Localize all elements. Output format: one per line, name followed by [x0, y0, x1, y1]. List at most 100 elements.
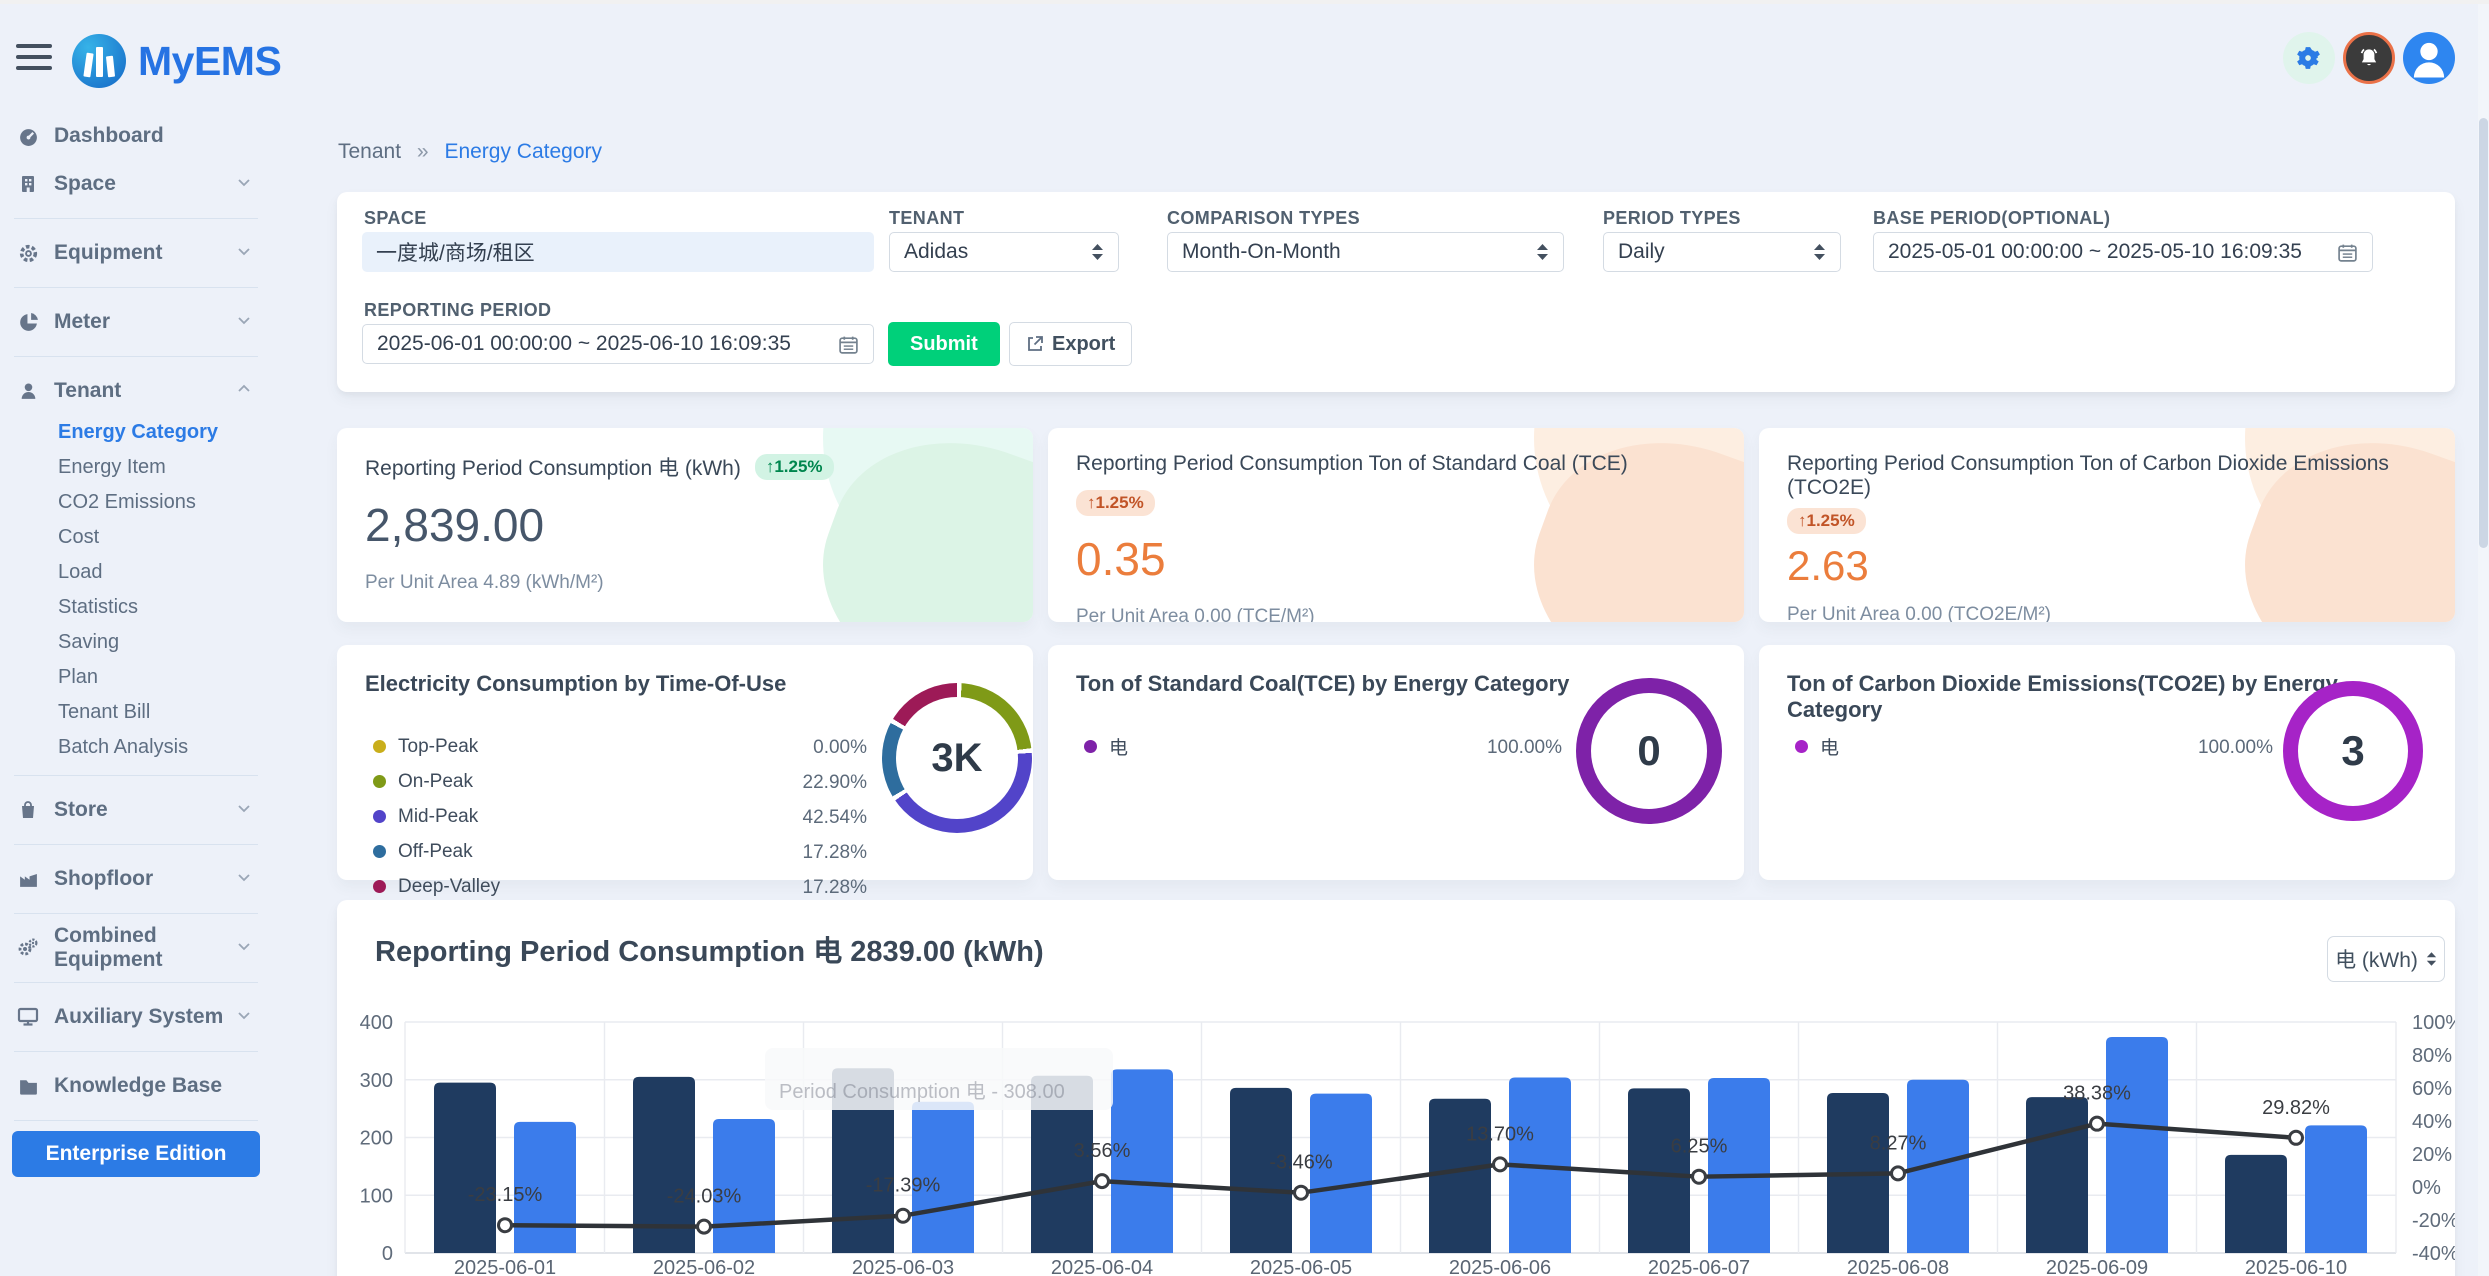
sidebar-item-energy-category[interactable]: Energy Category: [0, 415, 272, 450]
legend-item-electricity[interactable]: 电100.00%: [1084, 729, 1562, 764]
sidebar-item-label: Shopfloor: [54, 867, 236, 891]
time-of-use-donut-chart[interactable]: 3K: [882, 683, 1032, 833]
sidebar-item-label: Knowledge Base: [54, 1074, 272, 1098]
sidebar-item-load[interactable]: Load: [0, 555, 272, 590]
sidebar-item-meter[interactable]: Meter: [0, 298, 272, 346]
sidebar-item-knowledge-base[interactable]: Knowledge Base: [0, 1062, 272, 1110]
tenant-value: Adidas: [904, 240, 968, 264]
sidebar-divider: [14, 1120, 258, 1121]
svg-text:-24.03%: -24.03%: [667, 1186, 742, 1208]
sidebar-item-combined-equipment[interactable]: Combined Equipment: [0, 924, 272, 972]
comparison-types-select[interactable]: Month-On-Month: [1167, 232, 1564, 272]
hamburger-menu-icon[interactable]: [16, 44, 52, 72]
svg-text:2025-06-07: 2025-06-07: [1648, 1257, 1750, 1276]
sidebar-item-saving[interactable]: Saving: [0, 625, 272, 660]
sidebar-item-plan[interactable]: Plan: [0, 660, 272, 695]
sidebar-item-store[interactable]: Store: [0, 786, 272, 834]
sort-arrows-icon: [1091, 243, 1104, 261]
kpi-badge: ↑1.25%: [1787, 508, 1866, 534]
sidebar-item-cost[interactable]: Cost: [0, 520, 272, 555]
space-input[interactable]: 一度城/商场/租区: [362, 232, 874, 272]
period-types-value: Daily: [1618, 240, 1665, 264]
donut-card-tce-by-category: Ton of Standard Coal(TCE) by Energy Cate…: [1048, 645, 1744, 880]
tco2e-donut-chart[interactable]: 3: [2283, 681, 2423, 821]
sidebar-item-equipment[interactable]: Equipment: [0, 229, 272, 277]
reporting-period-input[interactable]: 2025-06-01 00:00:00 ~ 2025-06-10 16:09:3…: [362, 324, 874, 364]
sidebar-item-tenant[interactable]: Tenant: [0, 367, 272, 415]
chevron-down-icon: [236, 312, 252, 333]
period-types-select[interactable]: Daily: [1603, 232, 1841, 272]
brand-logo[interactable]: MyEMS: [72, 34, 281, 88]
legend-item-deep-valley[interactable]: Deep-Valley17.28%: [373, 869, 867, 904]
sidebar-item-dashboard[interactable]: Dashboard: [0, 112, 272, 160]
user-avatar-icon: [2403, 32, 2455, 84]
svg-text:2025-06-06: 2025-06-06: [1449, 1257, 1551, 1276]
sidebar-item-shopfloor[interactable]: Shopfloor: [0, 855, 272, 903]
sidebar-item-statistics[interactable]: Statistics: [0, 590, 272, 625]
notifications-button[interactable]: [2343, 32, 2395, 84]
myems-logo-icon: [72, 34, 126, 88]
external-link-icon: [1026, 335, 1044, 353]
export-button[interactable]: Export: [1009, 322, 1132, 366]
kpi-title: Reporting Period Consumption Ton of Stan…: [1076, 452, 1628, 476]
sidebar-item-space[interactable]: Space: [0, 160, 272, 208]
svg-text:20%: 20%: [2412, 1144, 2452, 1166]
tooltip-ghost-text: Period Consumption 电 - 308.00: [779, 1075, 1065, 1104]
sidebar-divider: [14, 218, 258, 219]
svg-text:13.70%: 13.70%: [1466, 1123, 1534, 1145]
base-period-input[interactable]: 2025-05-01 00:00:00 ~ 2025-05-10 16:09:3…: [1873, 232, 2373, 272]
consumption-bar-chart[interactable]: 0100200300400100%80%60%40%20%0%-20%-40%2…: [337, 900, 2455, 1276]
sidebar-divider: [14, 982, 258, 983]
space-value: 一度城/商场/租区: [376, 237, 535, 267]
base-period-value: 2025-05-01 00:00:00 ~ 2025-05-10 16:09:3…: [1888, 240, 2302, 264]
legend-dot: [373, 810, 386, 823]
legend-pct: 0.00%: [813, 737, 867, 759]
svg-text:2025-06-02: 2025-06-02: [653, 1257, 755, 1276]
user-avatar[interactable]: [2403, 32, 2455, 84]
legend-dot: [1795, 740, 1808, 753]
bell-icon: [2356, 45, 2382, 71]
sidebar-item-tenant-bill[interactable]: Tenant Bill: [0, 695, 272, 730]
tenant-label: TENANT: [889, 208, 964, 229]
settings-button[interactable]: [2283, 32, 2335, 84]
sidebar-item-co2-emissions[interactable]: CO2 Emissions: [0, 485, 272, 520]
svg-text:60%: 60%: [2412, 1078, 2452, 1100]
calendar-icon: [2337, 242, 2358, 263]
svg-text:0: 0: [382, 1243, 393, 1265]
breadcrumb-energy-category[interactable]: Energy Category: [444, 140, 602, 163]
legend-item-top-peak[interactable]: Top-Peak 0.00%: [373, 729, 867, 764]
svg-text:-17.39%: -17.39%: [866, 1175, 941, 1197]
legend-pct: 100.00%: [2198, 737, 2273, 759]
submit-button[interactable]: Submit: [888, 322, 1000, 366]
legend-label: 电: [1820, 733, 1839, 760]
tenant-select[interactable]: Adidas: [889, 232, 1119, 272]
gear-icon: [16, 243, 40, 264]
sidebar-item-energy-item[interactable]: Energy Item: [0, 450, 272, 485]
kpi-card-tco2e: Reporting Period Consumption Ton of Carb…: [1759, 428, 2455, 622]
svg-text:2025-06-08: 2025-06-08: [1847, 1257, 1949, 1276]
kpi-value: 0.35: [1076, 532, 1716, 586]
legend-pct: 17.28%: [803, 842, 867, 864]
enterprise-edition-button[interactable]: Enterprise Edition: [12, 1131, 260, 1177]
legend-label: Off-Peak: [398, 841, 473, 863]
comparison-types-label: COMPARISON TYPES: [1167, 208, 1360, 229]
scrollbar-thumb[interactable]: [2479, 118, 2488, 548]
breadcrumb-tenant[interactable]: Tenant: [338, 140, 401, 163]
svg-text:2025-06-04: 2025-06-04: [1051, 1257, 1153, 1276]
svg-text:2025-06-10: 2025-06-10: [2245, 1257, 2347, 1276]
svg-text:0%: 0%: [2412, 1177, 2441, 1199]
sidebar-item-batch-analysis[interactable]: Batch Analysis: [0, 730, 272, 765]
kpi-value: 2,839.00: [365, 498, 1005, 552]
navbar-actions: [2283, 32, 2455, 84]
period-types-label: PERIOD TYPES: [1603, 208, 1741, 229]
legend-item-mid-peak[interactable]: Mid-Peak42.54%: [373, 799, 867, 834]
svg-text:2025-06-01: 2025-06-01: [454, 1257, 556, 1276]
legend-label: Top-Peak: [398, 736, 478, 758]
legend-item-off-peak[interactable]: Off-Peak 17.28%: [373, 834, 867, 869]
legend-item-electricity[interactable]: 电 100.00%: [1795, 729, 2273, 764]
legend-item-on-peak[interactable]: On-Peak22.90%: [373, 764, 867, 799]
sidebar-item-auxiliary-system[interactable]: Auxiliary System: [0, 993, 272, 1041]
sidebar-item-label: Dashboard: [54, 124, 272, 148]
tce-donut-chart[interactable]: 0: [1576, 678, 1722, 824]
scrollbar-track[interactable]: [2478, 0, 2489, 1276]
